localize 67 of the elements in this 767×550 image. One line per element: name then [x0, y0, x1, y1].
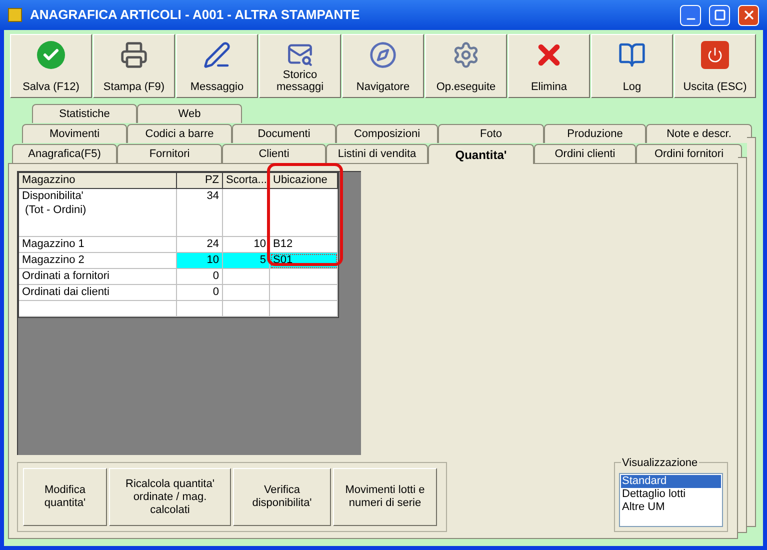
close-icon — [742, 8, 756, 22]
table-cell — [270, 301, 338, 317]
table-cell: 34 — [177, 189, 223, 237]
action-button[interactable]: Ricalcola quantita' ordinate / mag. calcolati — [109, 468, 231, 526]
tab[interactable]: Movimenti — [22, 124, 127, 143]
toolbar-button[interactable]: Messaggio — [176, 34, 258, 98]
tab[interactable]: Web — [137, 104, 242, 123]
tab[interactable]: Ordini fornitori — [636, 144, 742, 163]
power-icon — [701, 41, 729, 69]
tab[interactable]: Foto — [438, 124, 544, 143]
tab[interactable]: Listini di vendita — [326, 144, 428, 163]
window-title: ANAGRAFICA ARTICOLI - A001 - ALTRA STAMPANTE — [30, 6, 361, 24]
printer-icon — [120, 41, 148, 69]
table-cell: 0 — [177, 269, 223, 285]
tab[interactable]: Documenti — [232, 124, 336, 143]
column-header[interactable]: Scorta... — [223, 173, 270, 189]
tab[interactable]: Codici a barre — [127, 124, 232, 143]
toolbar-button[interactable]: Elimina — [508, 34, 590, 98]
table-cell — [270, 285, 338, 301]
tab[interactable]: Quantita' — [428, 144, 534, 164]
column-header[interactable]: Magazzino — [19, 173, 177, 189]
tab[interactable]: Fornitori — [117, 144, 222, 163]
table-cell: Ordinati a fornitori — [19, 269, 177, 285]
tab[interactable]: Statistiche — [32, 104, 137, 123]
gear-icon — [452, 41, 480, 69]
action-button[interactable]: Verifica disponibilita' — [233, 468, 331, 526]
book-icon — [618, 41, 646, 69]
tab[interactable]: Ordini clienti — [534, 144, 636, 163]
table-cell: 10 — [177, 253, 223, 269]
toolbar-button[interactable]: Log — [591, 34, 673, 98]
toolbar-button[interactable]: Salva (F12) — [10, 34, 92, 98]
table-cell — [223, 269, 270, 285]
list-item[interactable]: Altre UM — [621, 501, 721, 514]
toolbar-button[interactable]: Stampa (F9) — [93, 34, 175, 98]
table-cell — [270, 269, 338, 285]
tab[interactable]: Produzione — [544, 124, 646, 143]
action-button[interactable]: Modifica quantita' — [23, 468, 107, 526]
toolbar-button[interactable]: Navigatore — [342, 34, 424, 98]
check-icon — [37, 41, 65, 69]
maximize-button[interactable] — [709, 4, 730, 26]
table-cell: 5 — [223, 253, 270, 269]
minimize-button[interactable] — [680, 4, 701, 26]
close-button[interactable] — [738, 4, 759, 26]
maximize-icon — [714, 9, 726, 21]
pen-icon — [203, 41, 231, 69]
toolbar-button[interactable]: Op.eseguite — [425, 34, 507, 98]
tab[interactable]: Composizioni — [336, 124, 438, 143]
tab[interactable]: Note e descr. — [646, 124, 752, 143]
table-cell — [223, 285, 270, 301]
toolbar-button[interactable]: Uscita (ESC) — [674, 34, 756, 98]
table-cell: Disponibilita' (Tot - Ordini) — [19, 189, 177, 237]
action-button[interactable]: Movimenti lotti e numeri di serie — [333, 468, 437, 526]
toolbar-button[interactable]: Storico messaggi — [259, 34, 341, 98]
column-header[interactable]: PZ — [177, 173, 223, 189]
table-cell: 0 — [177, 285, 223, 301]
tab[interactable]: Anagrafica(F5) — [12, 144, 117, 163]
tab[interactable]: Clienti — [222, 144, 326, 163]
list-item[interactable]: Dettaglio lotti — [621, 488, 721, 501]
table-cell: Ordinati dai clienti — [19, 285, 177, 301]
table-cell — [270, 189, 338, 237]
app-icon — [8, 8, 22, 22]
column-header[interactable]: Ubicazione — [270, 173, 338, 189]
table-cell: Magazzino 2 — [19, 253, 177, 269]
table-cell — [223, 301, 270, 317]
compass-icon — [369, 41, 397, 69]
table-cell: Magazzino 1 — [19, 237, 177, 253]
list-item[interactable]: Standard — [621, 475, 721, 488]
